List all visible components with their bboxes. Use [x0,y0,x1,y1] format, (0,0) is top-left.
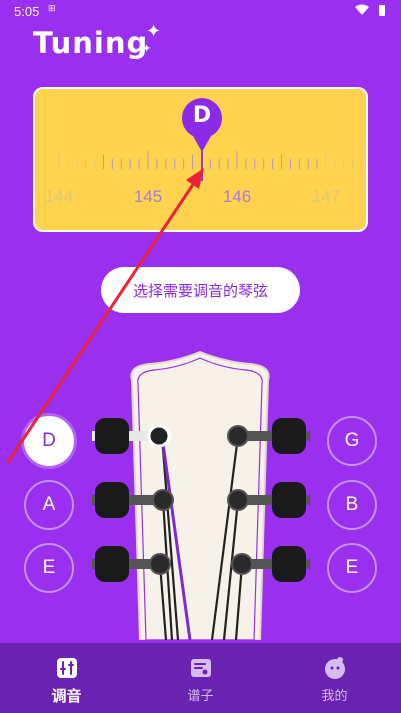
profile-icon [325,657,345,679]
tuner-icon [57,658,77,678]
bottom-navigation: 调音 谱子 我的 [0,643,401,713]
battery-icon [379,4,385,16]
select-string-button[interactable]: 选择需要调音的琴弦 [101,267,300,313]
string-button-d[interactable]: D [24,416,74,466]
string-button-b[interactable]: B [327,480,377,530]
string-button-a[interactable]: A [24,480,74,530]
sparkle-small-icon: ✦ [142,42,152,55]
status-time: 5:05 [14,4,40,19]
nav-item-profile[interactable]: 我的 [268,643,401,713]
sparkle-icon: ✦ [146,21,162,42]
string-button-e-low[interactable]: E [24,543,74,593]
scale-label: 147 [311,187,341,206]
string-button-e-high[interactable]: E [327,543,377,593]
nav-label: 谱子 [187,689,214,704]
scale-label: 146 [222,187,252,206]
nav-label: 我的 [321,689,348,704]
tuner-display: D 144 145 146 147 [33,87,368,232]
sheet-icon [191,659,211,677]
tuner-needle [201,151,203,181]
status-notification-icon: ⊞ [48,4,56,14]
status-bar: 5:05 ⊞ [0,0,401,24]
status-icons [355,4,385,16]
scale-label: 145 [133,187,163,206]
nav-label: 调音 [51,687,82,705]
current-note: D [192,103,212,128]
nav-item-sheet[interactable]: 谱子 [134,643,267,713]
wifi-icon [355,4,369,15]
string-button-g[interactable]: G [327,416,377,466]
scale-label: 144 [44,187,74,206]
app-title: Tuning [33,26,149,60]
nav-item-tuner[interactable]: 调音 [0,643,133,713]
